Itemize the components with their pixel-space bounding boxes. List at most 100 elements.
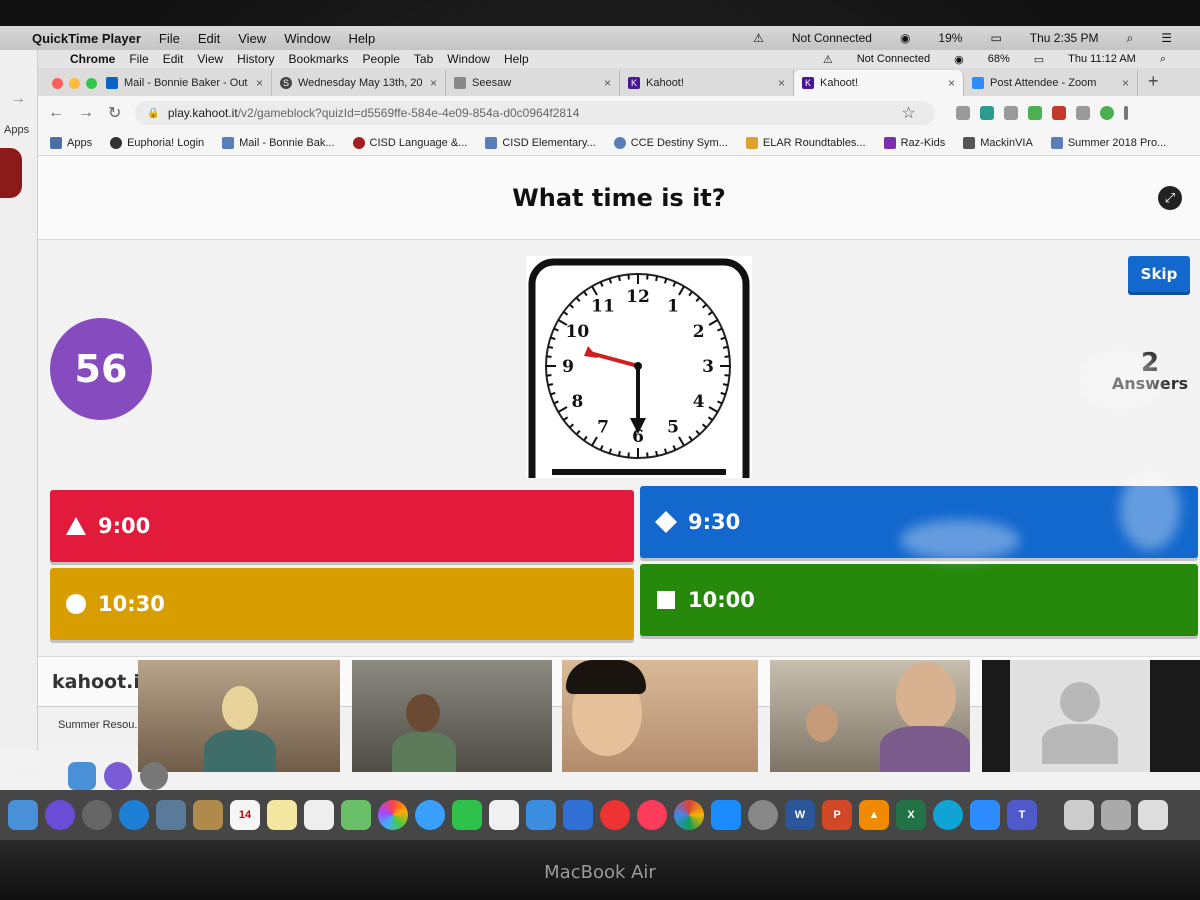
tab-kahoot-1[interactable]: K Kahoot! × bbox=[620, 70, 794, 96]
safari-icon[interactable] bbox=[119, 800, 149, 830]
menu-tab[interactable]: Tab bbox=[414, 52, 433, 66]
participant-video[interactable] bbox=[982, 660, 1200, 772]
teams-icon[interactable]: T bbox=[1007, 800, 1037, 830]
menu-chrome[interactable]: Chrome bbox=[70, 52, 115, 66]
address-bar[interactable]: 🔒 play.kahoot.it /v2/gameblock?quizId=d5… bbox=[135, 101, 936, 125]
contacts-icon[interactable] bbox=[193, 800, 223, 830]
powerpoint-icon[interactable]: P bbox=[822, 800, 852, 830]
fullscreen-icon[interactable]: ⤢ bbox=[1158, 186, 1182, 210]
menu-people[interactable]: People bbox=[363, 52, 400, 66]
bookmark-cisd-language[interactable]: CISD Language &... bbox=[352, 136, 467, 149]
menu-view[interactable]: View bbox=[197, 52, 223, 66]
bookmark-summer-2018[interactable]: Summer 2018 Pro... bbox=[1050, 136, 1166, 149]
news-icon[interactable] bbox=[600, 800, 630, 830]
bookmark-euphoria[interactable]: Euphoria! Login bbox=[110, 136, 204, 149]
finder-icon[interactable] bbox=[68, 762, 96, 790]
extension-icon[interactable] bbox=[1003, 106, 1018, 120]
messages-icon[interactable] bbox=[415, 800, 445, 830]
tab-mail[interactable]: Mail - Bonnie Baker - Out × bbox=[98, 70, 272, 96]
numbers-icon[interactable] bbox=[526, 800, 556, 830]
close-tab-icon[interactable]: × bbox=[778, 76, 785, 90]
bookmark-elar[interactable]: ELAR Roundtables... bbox=[745, 136, 866, 149]
chrome-icon[interactable] bbox=[674, 800, 704, 830]
reload-icon[interactable]: ↻ bbox=[108, 103, 121, 123]
zoom-icon[interactable] bbox=[970, 800, 1000, 830]
menu-window[interactable]: Window bbox=[284, 31, 330, 46]
zoom-window-icon[interactable] bbox=[86, 78, 97, 89]
system-preferences-icon[interactable] bbox=[748, 800, 778, 830]
bookmark-mackinvia[interactable]: MackinVIA bbox=[963, 136, 1033, 149]
close-tab-icon[interactable]: × bbox=[948, 76, 955, 90]
reminders-icon[interactable] bbox=[304, 800, 334, 830]
bookmark-cisd-elementary[interactable]: CISD Elementary... bbox=[485, 136, 596, 149]
spotlight-icon[interactable]: ⌕ bbox=[1127, 31, 1134, 46]
battery-icon[interactable]: ▭ bbox=[1034, 53, 1044, 66]
extension-icon[interactable] bbox=[1027, 106, 1042, 120]
battery-icon[interactable]: ▭ bbox=[990, 31, 1001, 45]
menu-window[interactable]: Window bbox=[447, 52, 490, 66]
pages-icon[interactable] bbox=[489, 800, 519, 830]
vlc-icon[interactable]: ▲ bbox=[859, 800, 889, 830]
wifi-icon[interactable]: ◉ bbox=[954, 53, 964, 66]
menubar-clock[interactable]: Thu 11:12 AM bbox=[1068, 53, 1136, 65]
menu-help[interactable]: Help bbox=[504, 52, 529, 66]
answer-option-circle[interactable]: 10:30 bbox=[50, 568, 634, 640]
wifi-icon[interactable]: ◉ bbox=[900, 31, 910, 45]
close-tab-icon[interactable]: × bbox=[430, 76, 437, 90]
close-tab-icon[interactable]: × bbox=[256, 76, 263, 90]
launchpad-icon[interactable] bbox=[82, 800, 112, 830]
new-tab-icon[interactable]: + bbox=[1148, 71, 1159, 92]
documents-stack-icon[interactable] bbox=[1101, 800, 1131, 830]
skip-button[interactable]: Skip bbox=[1128, 256, 1190, 292]
menu-file[interactable]: File bbox=[129, 52, 148, 66]
extension-icon[interactable] bbox=[955, 106, 970, 120]
photo-preview-icon[interactable] bbox=[156, 800, 186, 830]
close-tab-icon[interactable]: × bbox=[604, 76, 611, 90]
menu-file[interactable]: File bbox=[159, 31, 180, 46]
tab-kahoot-2[interactable]: K Kahoot! × bbox=[794, 70, 964, 96]
close-window-icon[interactable] bbox=[52, 78, 63, 89]
menu-help[interactable]: Help bbox=[348, 31, 375, 46]
maps-icon[interactable] bbox=[341, 800, 371, 830]
menubar-clock[interactable]: Thu 2:35 PM bbox=[1030, 31, 1099, 45]
extension-icon[interactable] bbox=[1075, 106, 1090, 120]
network-status[interactable]: Not Connected bbox=[792, 31, 872, 45]
bookmark-cce-destiny[interactable]: CCE Destiny Sym... bbox=[613, 136, 728, 149]
answer-option-square[interactable]: 10:00 bbox=[640, 564, 1198, 636]
close-tab-icon[interactable]: × bbox=[1122, 76, 1129, 90]
answer-option-triangle[interactable]: 9:00 bbox=[50, 490, 634, 562]
trash-icon[interactable] bbox=[1138, 800, 1168, 830]
tab-wednesday[interactable]: S Wednesday May 13th, 20 × bbox=[272, 70, 446, 96]
menu-quicktime-player[interactable]: QuickTime Player bbox=[32, 31, 141, 46]
lock-icon[interactable]: 🔒 bbox=[147, 108, 159, 119]
launchpad-icon[interactable] bbox=[140, 762, 168, 790]
siri-icon[interactable] bbox=[104, 762, 132, 790]
forward-icon[interactable]: → bbox=[78, 104, 94, 122]
bookmark-mail[interactable]: Mail - Bonnie Bak... bbox=[222, 136, 335, 149]
participant-video[interactable] bbox=[352, 660, 552, 772]
tab-seesaw[interactable]: Seesaw × bbox=[446, 70, 620, 96]
tab-zoom[interactable]: Post Attendee - Zoom × bbox=[964, 70, 1138, 96]
spotlight-icon[interactable]: ⌕ bbox=[1160, 53, 1166, 66]
menu-history[interactable]: History bbox=[237, 52, 274, 66]
menu-dots-icon[interactable] bbox=[1123, 106, 1128, 120]
siri-icon[interactable] bbox=[45, 800, 75, 830]
extension-icon[interactable] bbox=[1051, 106, 1066, 120]
keynote-icon[interactable] bbox=[563, 800, 593, 830]
app-store-icon[interactable] bbox=[711, 800, 741, 830]
minimize-window-icon[interactable] bbox=[69, 78, 80, 89]
menu-view[interactable]: View bbox=[238, 31, 266, 46]
bookmark-raz-kids[interactable]: Raz-Kids bbox=[883, 136, 945, 149]
finder-icon[interactable] bbox=[8, 800, 38, 830]
menu-edit[interactable]: Edit bbox=[163, 52, 184, 66]
music-icon[interactable] bbox=[637, 800, 667, 830]
extension-icon[interactable] bbox=[979, 106, 994, 120]
word-icon[interactable]: W bbox=[785, 800, 815, 830]
bookmark-apps[interactable]: Apps bbox=[50, 136, 92, 149]
photos-icon[interactable] bbox=[378, 800, 408, 830]
edge-icon[interactable] bbox=[933, 800, 963, 830]
network-status[interactable]: Not Connected bbox=[857, 53, 930, 65]
downloads-stack-icon[interactable] bbox=[1064, 800, 1094, 830]
profile-avatar-icon[interactable] bbox=[1099, 106, 1114, 120]
facetime-icon[interactable] bbox=[452, 800, 482, 830]
